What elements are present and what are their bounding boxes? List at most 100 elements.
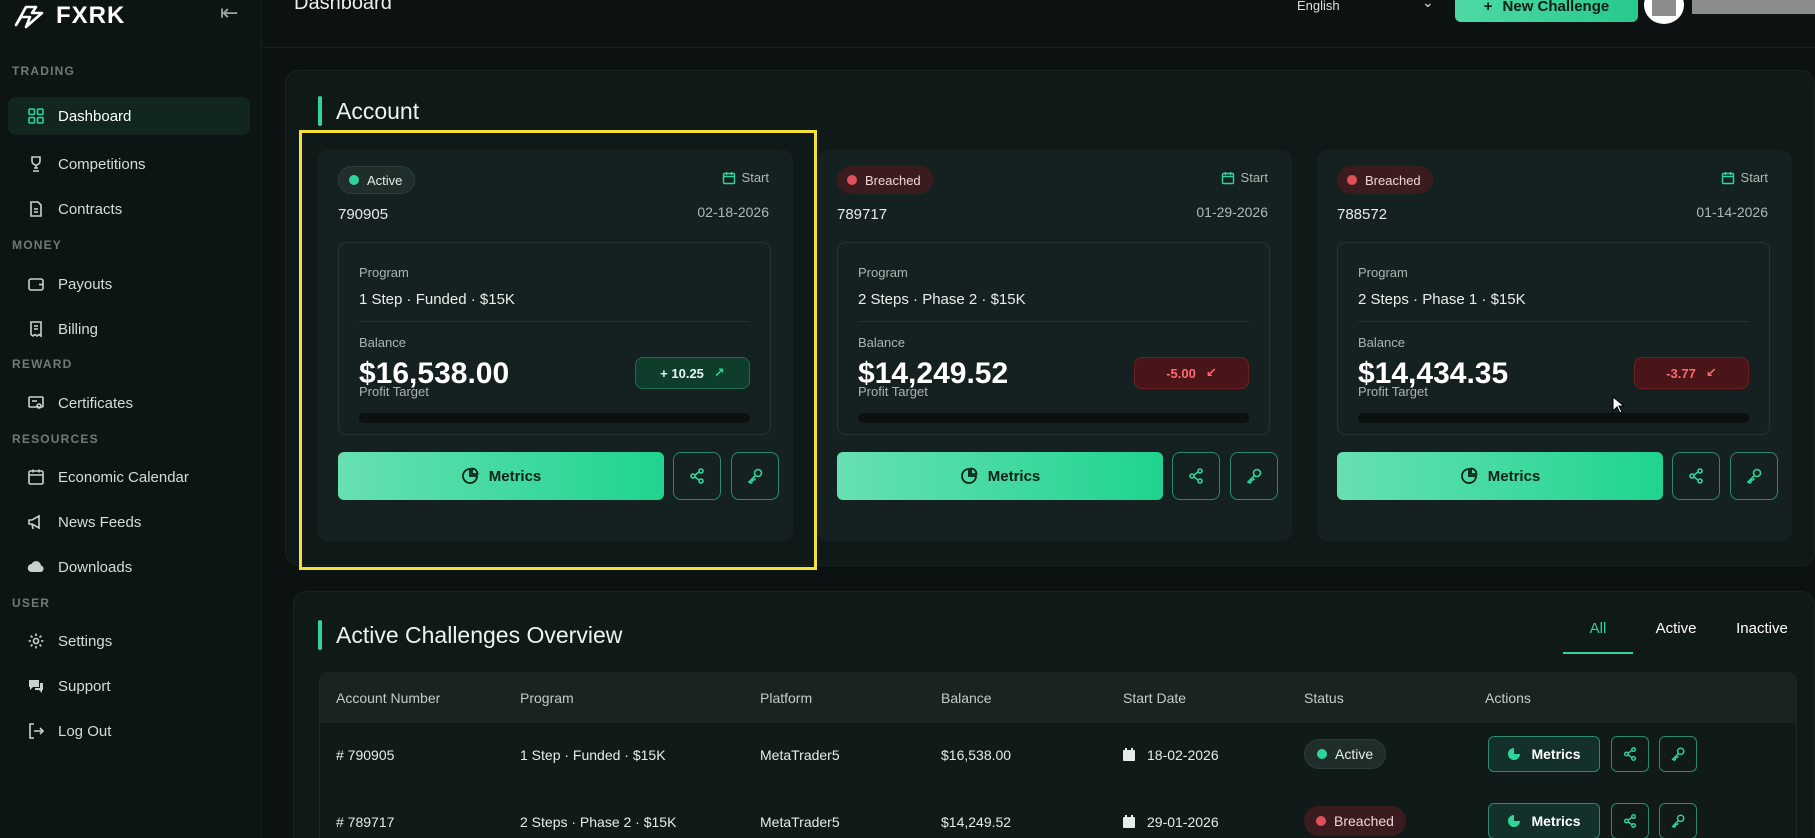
mouse-cursor-icon (1612, 396, 1624, 414)
row-metrics-button[interactable]: Metrics (1488, 736, 1600, 772)
share-icon (1623, 814, 1637, 828)
arrow-down-left-icon: ↙ (1205, 365, 1217, 380)
plus-icon: + (1483, 0, 1493, 15)
status-badge: Breached (1337, 166, 1433, 194)
start-label: Start (722, 170, 769, 185)
sidebar-item-label: Downloads (58, 558, 133, 576)
table-row: # 790905 1 Step · Funded · $15K MetaTrad… (320, 723, 1796, 785)
avatar[interactable] (1644, 0, 1684, 24)
cell-platform: MetaTrader5 (760, 814, 840, 830)
start-label: Start (1221, 170, 1268, 185)
balance-change-badge: + 10.25 ↗ (635, 357, 750, 389)
metrics-button[interactable]: Metrics (1337, 452, 1663, 500)
share-button[interactable] (1672, 452, 1720, 500)
metrics-button[interactable]: Metrics (837, 452, 1163, 500)
logout-icon (26, 721, 46, 741)
start-label: Start (1721, 170, 1768, 185)
sidebar-item-label: Economic Calendar (58, 468, 189, 486)
new-challenge-label: New Challenge (1502, 0, 1610, 15)
language-select[interactable]: English (1297, 0, 1340, 13)
user-name-redacted (1692, 0, 1815, 14)
program-label: Program (359, 265, 409, 280)
cloud-download-icon (26, 557, 46, 577)
row-metrics-button[interactable]: Metrics (1488, 803, 1600, 838)
chevron-down-icon[interactable]: ⌄ (1422, 0, 1434, 11)
nav-section-resources: RESOURCES (12, 432, 99, 446)
sidebar-item-billing[interactable]: Billing (8, 310, 250, 348)
calendar-icon (722, 171, 735, 184)
share-button[interactable] (1172, 452, 1220, 500)
sidebar-item-support[interactable]: Support (8, 667, 250, 705)
status-badge: Breached (837, 166, 933, 194)
sidebar-item-log-out[interactable]: Log Out (8, 712, 250, 750)
share-button[interactable] (673, 452, 721, 500)
account-number: 788572 (1337, 206, 1388, 223)
nav-section-reward: REWARD (12, 357, 73, 371)
brand-logo[interactable]: FXRK (12, 2, 125, 30)
share-icon (690, 468, 704, 484)
credentials-button[interactable] (1230, 452, 1278, 500)
key-icon (1671, 747, 1685, 762)
profit-target-label: Profit Target (858, 384, 928, 399)
megaphone-icon (26, 512, 46, 532)
credentials-button[interactable] (731, 452, 779, 500)
cell-account: # 789717 (336, 814, 395, 830)
metrics-button[interactable]: Metrics (338, 452, 664, 500)
tab-all[interactable]: All (1563, 620, 1633, 654)
tab-active[interactable]: Active (1633, 620, 1719, 654)
sidebar-item-news-feeds[interactable]: News Feeds (8, 503, 250, 541)
cell-start-date: 29-01-2026 (1123, 814, 1219, 830)
sidebar-item-settings[interactable]: Settings (8, 622, 250, 660)
sidebar-item-competitions[interactable]: Competitions (8, 145, 250, 183)
sidebar-item-contracts[interactable]: Contracts (8, 190, 250, 228)
column-header: Start Date (1123, 690, 1187, 706)
sidebar-item-label: Contracts (58, 200, 123, 218)
row-credentials-button[interactable] (1659, 736, 1697, 772)
nav-section-user: USER (12, 596, 51, 610)
start-date: 01-14-2026 (1696, 204, 1768, 220)
sidebar-item-label: News Feeds (58, 513, 142, 531)
divider (359, 321, 750, 322)
document-icon (26, 199, 46, 219)
account-card: Active Start 790905 02-18-2026 Program 1… (318, 150, 793, 541)
sidebar-item-downloads[interactable]: Downloads (8, 548, 250, 586)
challenges-table: Account Number Program Platform Balance … (319, 672, 1797, 838)
sidebar-item-label: Log Out (58, 722, 112, 740)
overview-section-title: Active Challenges Overview (318, 620, 622, 650)
account-details: Program 2 Steps · Phase 1 · $15K Balance… (1337, 242, 1770, 435)
account-details: Program 1 Step · Funded · $15K Balance $… (338, 242, 771, 435)
table-header: Account Number Program Platform Balance … (320, 673, 1796, 723)
balance-label: Balance (858, 335, 905, 350)
credentials-button[interactable] (1730, 452, 1778, 500)
balance-change-badge: -5.00 ↙ (1134, 357, 1249, 389)
key-icon (1746, 468, 1762, 484)
pie-chart-icon (960, 467, 978, 484)
program-value: 2 Steps · Phase 1 · $15K (1358, 291, 1526, 308)
collapse-sidebar-icon[interactable]: ⇤ (220, 0, 238, 26)
cell-platform: MetaTrader5 (760, 747, 840, 763)
cell-start-date: 18-02-2026 (1123, 747, 1219, 763)
calendar-icon (26, 467, 46, 487)
sidebar-item-certificates[interactable]: Certificates (8, 384, 250, 422)
sidebar-item-payouts[interactable]: Payouts (8, 265, 250, 303)
status-badge: Breached (1304, 806, 1406, 836)
sidebar-item-economic-calendar[interactable]: Economic Calendar (8, 458, 250, 496)
account-section-title: Account (318, 96, 419, 126)
row-credentials-button[interactable] (1659, 803, 1697, 838)
cell-balance: $14,249.52 (941, 814, 1012, 830)
brand-name: FXRK (56, 2, 126, 29)
column-header: Status (1304, 690, 1344, 706)
profit-target-progress (858, 413, 1249, 423)
new-challenge-button[interactable]: + New Challenge (1455, 0, 1638, 22)
sidebar-item-label: Dashboard (58, 107, 132, 125)
title-accent-bar (318, 620, 322, 650)
profit-target-progress (1358, 413, 1749, 423)
row-share-button[interactable] (1611, 803, 1649, 838)
tab-inactive[interactable]: Inactive (1719, 620, 1805, 654)
row-share-button[interactable] (1611, 736, 1649, 772)
share-icon (1189, 468, 1203, 484)
sidebar-item-dashboard[interactable]: Dashboard (8, 97, 250, 135)
account-title: Account (336, 97, 420, 124)
calendar-icon (1221, 171, 1234, 184)
column-header: Account Number (336, 690, 441, 706)
